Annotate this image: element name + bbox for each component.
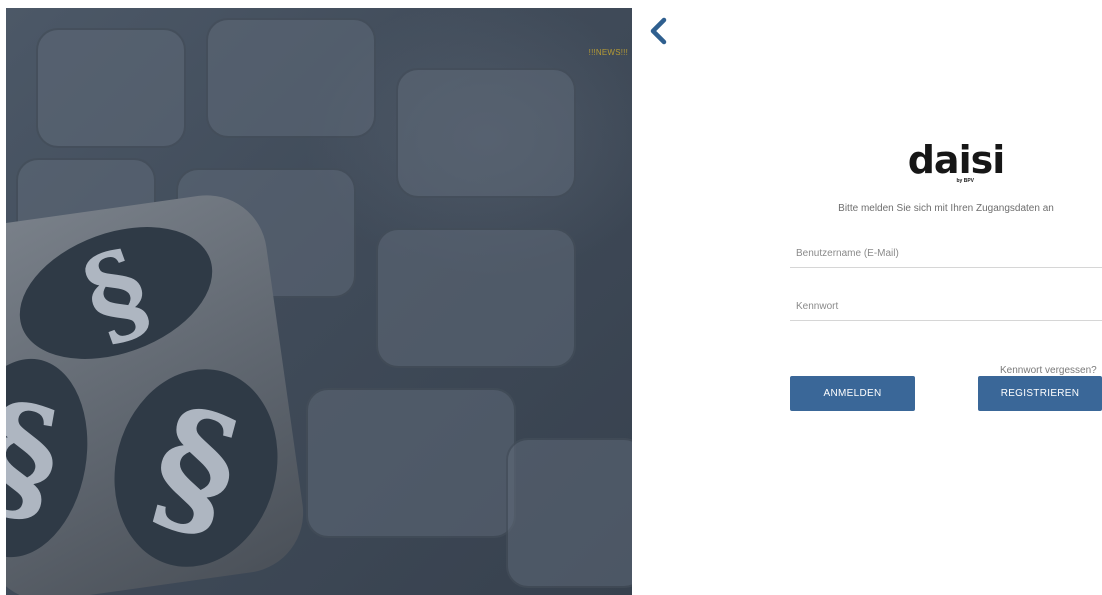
keyboard-key	[206, 18, 376, 138]
keyboard-key	[506, 438, 632, 588]
forgot-password-link[interactable]: Kennwort vergessen?	[1000, 365, 1097, 376]
register-button[interactable]: REGISTRIEREN	[978, 376, 1102, 411]
daisi-logo: daisi by BPV	[906, 140, 1006, 188]
hero-image: § § § !!!NEWS!!!	[6, 8, 632, 595]
password-input[interactable]	[790, 293, 1102, 319]
login-prompt-text: Bitte melden Sie sich mit Ihren Zugangsd…	[838, 203, 1054, 214]
login-prompt: Bitte melden Sie sich mit Ihren Zugangsd…	[790, 203, 1102, 214]
back-button[interactable]	[644, 14, 672, 48]
keyboard-key	[306, 388, 516, 538]
username-field	[790, 240, 1102, 268]
login-button[interactable]: ANMELDEN	[790, 376, 915, 411]
username-input[interactable]	[790, 240, 1102, 266]
logo-text: daisi	[907, 138, 1006, 182]
keyboard-key	[376, 228, 576, 368]
keyboard-key	[36, 28, 186, 148]
news-link[interactable]: !!!NEWS!!!	[589, 48, 628, 57]
chevron-left-icon	[650, 17, 667, 45]
logo-subtext: by BPV	[956, 178, 974, 184]
password-field	[790, 293, 1102, 321]
keyboard-key	[396, 68, 576, 198]
